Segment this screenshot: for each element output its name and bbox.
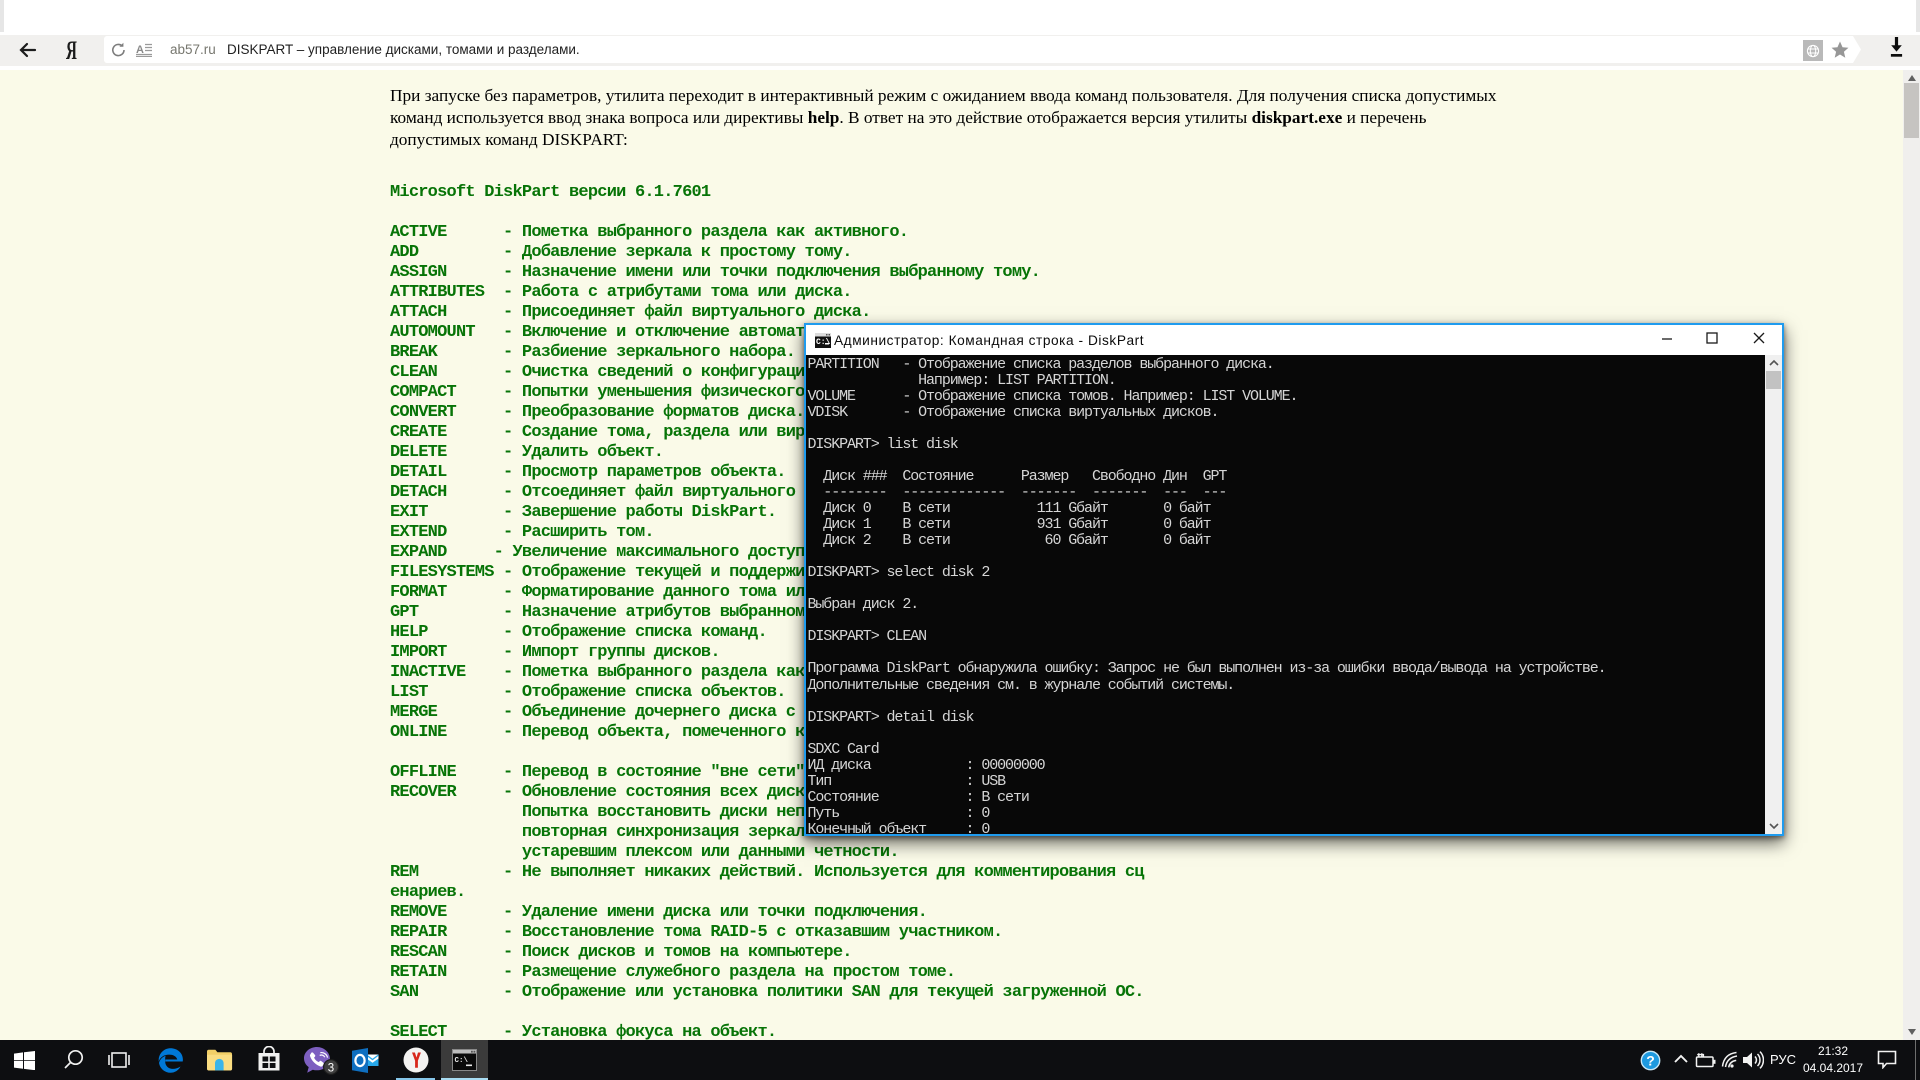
svg-text:3: 3 xyxy=(328,1062,334,1074)
svg-text:?: ? xyxy=(1646,1053,1655,1069)
svg-text:C:\: C:\ xyxy=(816,338,831,347)
svg-text:C:\: C:\ xyxy=(455,1057,469,1065)
